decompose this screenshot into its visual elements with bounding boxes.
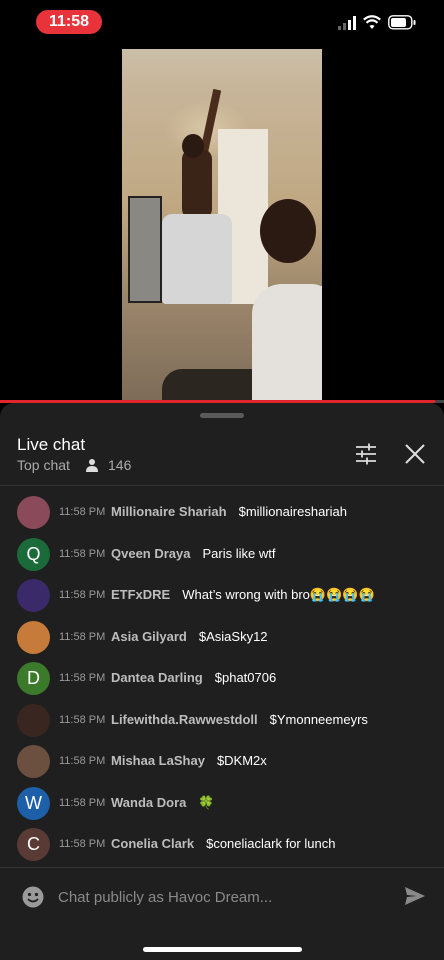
chat-message: 11:58 PM Lifewithda.Rawwestdoll $Ymonneem… bbox=[0, 700, 444, 740]
emoji-icon[interactable] bbox=[22, 886, 44, 908]
video-mirror bbox=[128, 196, 162, 303]
message-author[interactable]: Conelia Clark bbox=[111, 836, 194, 851]
chat-message: 11:58 PM ETFxDRE What’s wrong with bro😭😭😭… bbox=[0, 575, 444, 615]
chat-message: 11:58 PM Asia Gilyard $AsiaSky12 bbox=[0, 617, 444, 657]
chat-title: Live chat bbox=[17, 435, 86, 454]
message-time: 11:58 PM bbox=[59, 797, 106, 809]
avatar[interactable] bbox=[17, 745, 50, 778]
message-text: Paris like wtf bbox=[202, 546, 276, 561]
chat-message-list[interactable]: 11:58 PM Millionaire Shariah $millionaire… bbox=[0, 487, 444, 867]
chat-mode-selector[interactable]: Top chat bbox=[17, 457, 70, 473]
message-author[interactable]: Asia Gilyard bbox=[111, 629, 187, 644]
message-text: $millionaireshariah bbox=[238, 504, 347, 519]
message-time: 11:58 PM bbox=[59, 672, 106, 684]
drag-handle[interactable] bbox=[200, 413, 244, 418]
chat-message: 11:58 PM Millionaire Shariah $millionaire… bbox=[0, 492, 444, 532]
video-person-shirt bbox=[252, 284, 322, 402]
avatar[interactable]: Q bbox=[17, 538, 50, 571]
avatar[interactable] bbox=[17, 579, 50, 612]
message-text: 🍀 bbox=[198, 795, 215, 810]
cellular-signal-icon bbox=[338, 16, 356, 30]
video-dancer-head bbox=[182, 134, 204, 158]
avatar[interactable]: C bbox=[17, 828, 50, 861]
message-text: $coneliaclark for lunch bbox=[206, 836, 336, 851]
chat-input-bar bbox=[0, 867, 444, 928]
chat-message: C 11:58 PM Conelia Clark $coneliaclark fo… bbox=[0, 824, 444, 864]
message-author[interactable]: Lifewithda.Rawwestdoll bbox=[111, 712, 258, 727]
chat-message: W 11:58 PM Wanda Dora 🍀 bbox=[0, 783, 444, 823]
avatar[interactable] bbox=[17, 704, 50, 737]
header-divider bbox=[0, 485, 444, 486]
message-time: 11:58 PM bbox=[59, 589, 106, 601]
message-time: 11:58 PM bbox=[59, 506, 106, 518]
avatar[interactable] bbox=[17, 496, 50, 529]
video-dancer-torso bbox=[182, 149, 212, 219]
message-text: $DKM2x bbox=[216, 753, 267, 768]
close-icon[interactable] bbox=[404, 443, 426, 465]
video-person-foreground bbox=[252, 199, 322, 402]
status-time: 11:58 bbox=[36, 10, 102, 34]
status-bar: 11:58 bbox=[0, 0, 444, 44]
message-text: What’s wrong with bro😭😭😭😭 bbox=[182, 587, 375, 602]
message-time: 11:58 PM bbox=[59, 548, 106, 560]
video-dancer-pants bbox=[162, 214, 232, 304]
message-author[interactable]: Qveen Draya bbox=[111, 546, 191, 561]
video-frame bbox=[122, 49, 322, 402]
message-time: 11:58 PM bbox=[59, 755, 106, 767]
battery-icon bbox=[388, 15, 416, 30]
message-author[interactable]: Wanda Dora bbox=[111, 795, 186, 810]
video-player[interactable] bbox=[0, 46, 444, 402]
avatar[interactable]: D bbox=[17, 662, 50, 695]
message-time: 11:58 PM bbox=[59, 714, 106, 726]
video-person-head bbox=[260, 199, 316, 263]
chat-message: 11:58 PM Mishaa LaShay $DKM2x bbox=[0, 741, 444, 781]
wifi-icon bbox=[363, 15, 381, 29]
avatar[interactable] bbox=[17, 621, 50, 654]
message-time: 11:58 PM bbox=[59, 631, 106, 643]
message-time: 11:58 PM bbox=[59, 838, 106, 850]
chat-message: Q 11:58 PM Qveen Draya Paris like wtf bbox=[0, 534, 444, 574]
message-text: $AsiaSky12 bbox=[198, 629, 268, 644]
message-author[interactable]: Dantea Darling bbox=[111, 670, 203, 685]
home-indicator bbox=[143, 947, 302, 952]
chat-header: Live chat Top chat 146 bbox=[0, 429, 444, 485]
message-author[interactable]: Mishaa LaShay bbox=[111, 753, 205, 768]
message-author[interactable]: ETFxDRE bbox=[111, 587, 170, 602]
message-author[interactable]: Millionaire Shariah bbox=[111, 504, 227, 519]
person-icon bbox=[86, 459, 98, 472]
filter-settings-icon[interactable] bbox=[354, 443, 378, 465]
live-chat-panel: Live chat Top chat 146 11:58 PM Milliona… bbox=[0, 403, 444, 960]
viewer-count: 146 bbox=[108, 457, 132, 473]
send-icon[interactable] bbox=[404, 886, 426, 906]
message-text: $phat0706 bbox=[214, 670, 277, 685]
chat-input-field[interactable] bbox=[58, 886, 378, 908]
message-text: $Ymonneemeyrs bbox=[269, 712, 368, 727]
avatar[interactable]: W bbox=[17, 787, 50, 820]
chat-message: D 11:58 PM Dantea Darling $phat0706 bbox=[0, 658, 444, 698]
